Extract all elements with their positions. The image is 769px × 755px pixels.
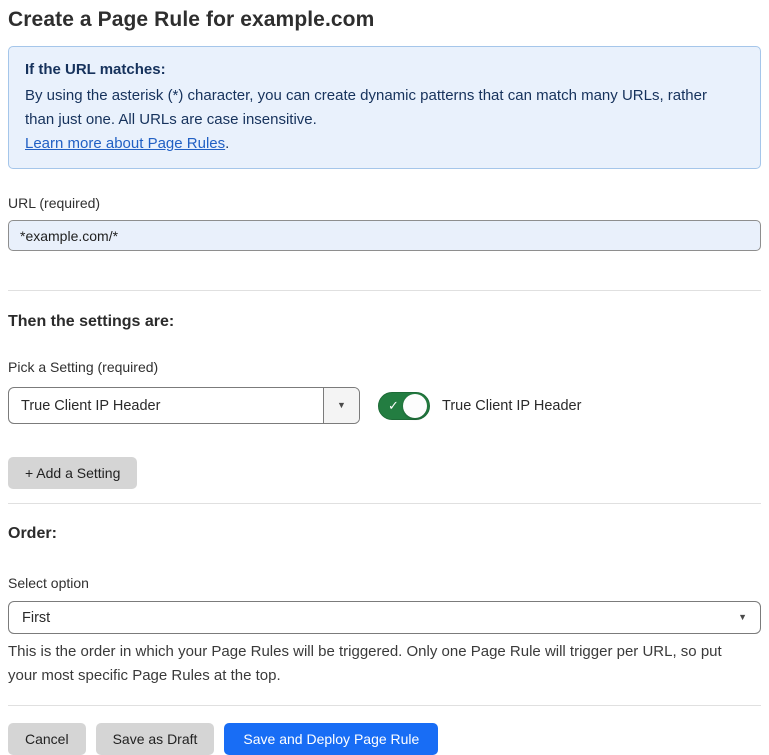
setting-picker-dropdown[interactable]: True Client IP Header ▼ [8, 387, 360, 424]
save-as-draft-button[interactable]: Save as Draft [96, 723, 215, 755]
setting-row: True Client IP Header ▼ ✓ True Client IP… [8, 387, 761, 424]
page-title: Create a Page Rule for example.com [8, 6, 761, 34]
check-icon: ✓ [388, 399, 399, 412]
section-divider [8, 290, 761, 291]
order-section-heading: Order: [8, 523, 761, 545]
toggle-knob [403, 394, 427, 418]
caret-down-icon: ▼ [337, 401, 346, 410]
order-select-label: Select option [8, 573, 761, 593]
section-divider [8, 503, 761, 504]
url-field-label: URL (required) [8, 193, 761, 213]
order-select-dropdown[interactable]: First ▼ [8, 601, 761, 634]
footer-button-bar: Cancel Save as Draft Save and Deploy Pag… [8, 723, 761, 755]
settings-section-heading: Then the settings are: [8, 311, 761, 333]
setting-picker-caret-box[interactable]: ▼ [323, 388, 359, 423]
true-client-ip-toggle[interactable]: ✓ [378, 392, 430, 420]
order-help-text: This is the order in which your Page Rul… [8, 640, 753, 688]
setting-picker-label: Pick a Setting (required) [8, 357, 761, 377]
caret-down-icon: ▼ [738, 613, 747, 622]
cancel-button[interactable]: Cancel [8, 723, 86, 755]
footer-divider [8, 705, 761, 706]
url-input[interactable] [8, 220, 761, 251]
order-select-value: First [22, 610, 50, 626]
save-and-deploy-button[interactable]: Save and Deploy Page Rule [224, 723, 438, 755]
info-callout-link-line: Learn more about Page Rules. [25, 132, 744, 156]
add-setting-button[interactable]: + Add a Setting [8, 457, 137, 489]
url-match-info-callout: If the URL matches: By using the asteris… [8, 46, 761, 169]
link-period: . [225, 135, 229, 152]
info-callout-body: By using the asterisk (*) character, you… [25, 84, 725, 132]
info-callout-heading: If the URL matches: [25, 58, 744, 82]
learn-more-link[interactable]: Learn more about Page Rules [25, 135, 225, 152]
toggle-label: True Client IP Header [442, 398, 581, 414]
setting-picker-value: True Client IP Header [9, 388, 323, 423]
